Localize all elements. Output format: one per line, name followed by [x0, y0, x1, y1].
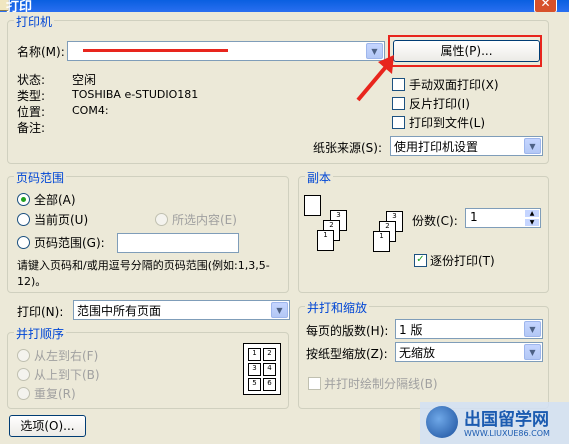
draw-borders-label: 并打时绘制分隔线(B) [324, 377, 438, 391]
spinner-up-icon[interactable]: ▲ [525, 210, 539, 217]
print-what-label: 打印(N): [17, 305, 64, 319]
range-all-label: 全部(A) [34, 193, 76, 207]
page-range-title: 页码范围 [14, 169, 67, 186]
collated-pages-icon: 3 2 1 [365, 208, 405, 266]
range-pages-label: 页码范围(G): [34, 236, 105, 250]
watermark: 出国留学网 WWW.LIUXUE86.COM [420, 402, 569, 444]
collate-checkbox[interactable]: ✓ [414, 254, 427, 267]
chevron-down-icon[interactable]: ▼ [524, 344, 541, 360]
order-top-bottom-radio [17, 368, 30, 381]
print-what-select[interactable]: 范围中所有页面 ▼ [73, 300, 290, 320]
window-title: 打印 [6, 0, 33, 12]
order-left-right-radio [17, 349, 30, 362]
range-selection-radio [155, 213, 168, 226]
printer-name-label: 名称(M): [17, 45, 65, 59]
range-current-label: 当前页(U) [34, 213, 89, 227]
paper-source-label: 纸张来源(S): [313, 141, 383, 155]
duplex-checkbox[interactable] [392, 78, 405, 91]
grid-page-2: 2 [263, 348, 276, 361]
status-label: 状态: [17, 73, 46, 87]
chevron-down-icon[interactable]: ▼ [524, 321, 541, 337]
range-current-radio[interactable] [17, 213, 30, 226]
type-value: TOSHIBA e-STUDIO181 [72, 88, 199, 101]
grid-page-1: 1 [248, 348, 261, 361]
page-range-input[interactable] [117, 233, 239, 253]
comment-label: 备注: [17, 121, 46, 135]
copies-label: 份数(C): [412, 214, 458, 228]
status-value: 空闲 [72, 73, 97, 87]
reverse-checkbox[interactable] [392, 97, 405, 110]
range-pages-radio[interactable] [17, 236, 30, 249]
range-selection-label: 所选内容(E) [172, 213, 237, 227]
type-label: 类型: [17, 89, 46, 103]
options-button[interactable]: 选项(O)... [9, 415, 86, 437]
range-all-radio[interactable] [17, 193, 30, 206]
print-what-value: 范围中所有页面 [77, 304, 162, 318]
highlight-box [388, 35, 542, 67]
title-bar: 打印 ✕ [0, 0, 569, 12]
watermark-url: WWW.LIUXUE86.COM [464, 429, 550, 438]
duplex-label: 手动双面打印(X) [409, 78, 499, 92]
close-button[interactable]: ✕ [534, 0, 557, 12]
order-repeat-radio [17, 387, 30, 400]
grid-page-6: 6 [263, 378, 276, 391]
draw-borders-checkbox [308, 377, 321, 390]
paper-source-select[interactable]: 使用打印机设置 ▼ [390, 136, 543, 156]
location-label: 位置: [17, 105, 46, 119]
copies-value: 1 [470, 210, 478, 224]
pages-per-sheet-label: 每页的版数(H): [306, 324, 389, 338]
page-range-hint: 请键入页码和/或用逗号分隔的页码范围(例如:1,3,5-12)。 [17, 259, 270, 288]
page-1-icon: 1 [373, 231, 390, 252]
printer-group-title: 打印机 [14, 13, 55, 30]
order-top-bottom-label: 从上到下(B) [34, 368, 100, 382]
scale-value: 无缩放 [399, 346, 436, 360]
scale-label: 按纸型缩放(Z): [306, 347, 388, 361]
order-title: 并打顺序 [14, 325, 67, 342]
location-value: COM4: [72, 104, 109, 117]
uncollated-pages-icon: 3 2 1 [304, 195, 362, 265]
grid-page-4: 4 [263, 363, 276, 376]
page-stack-icon [304, 195, 321, 216]
spinner-down-icon[interactable]: ▼ [525, 219, 539, 226]
print-to-file-label: 打印到文件(L) [409, 116, 486, 130]
page-order-preview: 1 2 3 4 5 6 [243, 343, 281, 395]
print-to-file-checkbox[interactable] [392, 116, 405, 129]
watermark-text: 出国留学网 [464, 410, 549, 430]
order-repeat-label: 重复(R) [34, 387, 76, 401]
order-left-right-label: 从左到右(F) [34, 349, 99, 363]
globe-logo-icon [426, 406, 458, 438]
grid-page-5: 5 [248, 378, 261, 391]
grid-page-3: 3 [248, 363, 261, 376]
radio-dot-icon [21, 197, 26, 202]
copies-title: 副本 [305, 169, 334, 186]
collate-label: 逐份打印(T) [430, 254, 495, 268]
chevron-down-icon[interactable]: ▼ [524, 138, 541, 154]
printer-name-redaction [83, 49, 228, 52]
pages-per-sheet-value: 1 版 [399, 323, 423, 337]
paper-source-value: 使用打印机设置 [394, 140, 479, 154]
reverse-label: 反片打印(I) [409, 97, 470, 111]
pages-per-sheet-select[interactable]: 1 版 ▼ [395, 319, 543, 339]
page-1-icon: 1 [317, 230, 334, 251]
chevron-down-icon[interactable]: ▼ [271, 302, 288, 318]
copies-spinner[interactable]: 1 ▲ ▼ [465, 208, 541, 228]
zoom-title: 并打和缩放 [305, 299, 370, 316]
scale-select[interactable]: 无缩放 ▼ [395, 342, 543, 362]
printer-name-select[interactable]: ▼ [67, 41, 385, 61]
